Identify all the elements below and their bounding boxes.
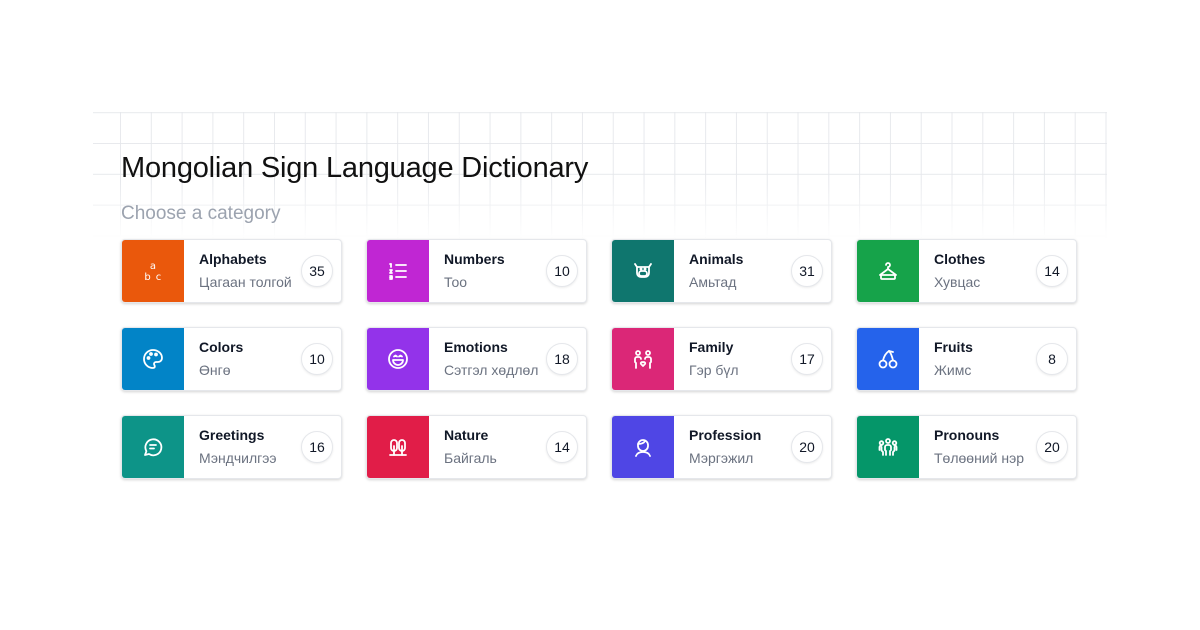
card-text: Clothes Хувцас <box>919 240 1036 302</box>
category-subtitle: Жимс <box>934 362 972 378</box>
card-text: Pronouns Төлөөний нэр <box>919 416 1036 478</box>
chat-bubble-icon <box>122 416 184 478</box>
category-title: Animals <box>689 251 744 267</box>
svg-text:b: b <box>144 272 150 283</box>
person-icon <box>612 416 674 478</box>
count-badge: 8 <box>1036 343 1068 375</box>
count-badge: 31 <box>791 255 823 287</box>
category-title: Numbers <box>444 251 505 267</box>
category-subtitle: Байгаль <box>444 450 497 466</box>
card-text: Fruits Жимс <box>919 328 1036 390</box>
category-subtitle: Мэргэжил <box>689 450 754 466</box>
category-subtitle: Төлөөний нэр <box>934 450 1025 466</box>
category-title: Profession <box>689 427 762 443</box>
svg-text:c: c <box>156 272 162 283</box>
category-subtitle: Цагаан толгой <box>199 274 292 290</box>
count-badge: 18 <box>546 343 578 375</box>
category-card-animals[interactable]: Animals Амьтад 31 <box>611 239 832 303</box>
count-badge: 20 <box>791 431 823 463</box>
count-badge: 16 <box>301 431 333 463</box>
count-badge: 17 <box>791 343 823 375</box>
category-card-family[interactable]: Family Гэр бүл 17 <box>611 327 832 391</box>
count-badge: 14 <box>1036 255 1068 287</box>
family-icon <box>612 328 674 390</box>
card-text: Family Гэр бүл <box>674 328 791 390</box>
category-title: Colors <box>199 339 244 355</box>
smile-icon <box>367 328 429 390</box>
card-text: Nature Байгаль <box>429 416 546 478</box>
category-subtitle: Хувцас <box>934 274 981 290</box>
category-card-alphabets[interactable]: abc Alphabets Цагаан толгой 35 <box>121 239 342 303</box>
svg-text:a: a <box>150 261 156 272</box>
category-title: Clothes <box>934 251 986 267</box>
card-text: Emotions Сэтгэл хөдлөл <box>429 328 546 390</box>
card-text: Greetings Мэндчилгээ <box>184 416 301 478</box>
count-badge: 20 <box>1036 431 1068 463</box>
users-group-icon <box>857 416 919 478</box>
category-card-clothes[interactable]: Clothes Хувцас 14 <box>856 239 1077 303</box>
trees-icon <box>367 416 429 478</box>
category-card-emotions[interactable]: Emotions Сэтгэл хөдлөл 18 <box>366 327 587 391</box>
category-title: Nature <box>444 427 489 443</box>
list-numbers-icon <box>367 240 429 302</box>
card-text: Animals Амьтад <box>674 240 791 302</box>
category-subtitle: Гэр бүл <box>689 362 739 378</box>
category-card-greetings[interactable]: Greetings Мэндчилгээ 16 <box>121 415 342 479</box>
category-card-profession[interactable]: Profession Мэргэжил 20 <box>611 415 832 479</box>
category-subtitle: Мэндчилгээ <box>199 450 277 466</box>
category-title: Emotions <box>444 339 508 355</box>
category-subtitle: Сэтгэл хөдлөл <box>444 362 539 378</box>
card-text: Profession Мэргэжил <box>674 416 791 478</box>
card-text: Numbers Тоо <box>429 240 546 302</box>
cow-icon <box>612 240 674 302</box>
category-title: Alphabets <box>199 251 267 267</box>
page-title: Mongolian Sign Language Dictionary <box>121 152 589 184</box>
card-text: Colors Өнгө <box>184 328 301 390</box>
count-badge: 35 <box>301 255 333 287</box>
palette-icon <box>122 328 184 390</box>
page-subtitle: Choose a category <box>121 203 281 224</box>
card-text: Alphabets Цагаан толгой <box>184 240 301 302</box>
category-title: Family <box>689 339 734 355</box>
count-badge: 14 <box>546 431 578 463</box>
count-badge: 10 <box>546 255 578 287</box>
category-card-numbers[interactable]: Numbers Тоо 10 <box>366 239 587 303</box>
category-title: Greetings <box>199 427 265 443</box>
category-subtitle: Өнгө <box>199 362 231 378</box>
category-subtitle: Тоо <box>444 274 468 290</box>
category-card-nature[interactable]: Nature Байгаль 14 <box>366 415 587 479</box>
count-badge: 10 <box>301 343 333 375</box>
cherry-icon <box>857 328 919 390</box>
category-title: Fruits <box>934 339 973 355</box>
category-card-pronouns[interactable]: Pronouns Төлөөний нэр 20 <box>856 415 1077 479</box>
category-grid: abc Alphabets Цагаан толгой 35 Numbers Т… <box>121 239 1077 479</box>
category-card-fruits[interactable]: Fruits Жимс 8 <box>856 327 1077 391</box>
category-subtitle: Амьтад <box>689 274 737 290</box>
main-content: Mongolian Sign Language Dictionary Choos… <box>121 150 1077 479</box>
hanger-icon <box>857 240 919 302</box>
alphabet-icon: abc <box>122 240 184 302</box>
category-card-colors[interactable]: Colors Өнгө 10 <box>121 327 342 391</box>
category-title: Pronouns <box>934 427 1000 443</box>
